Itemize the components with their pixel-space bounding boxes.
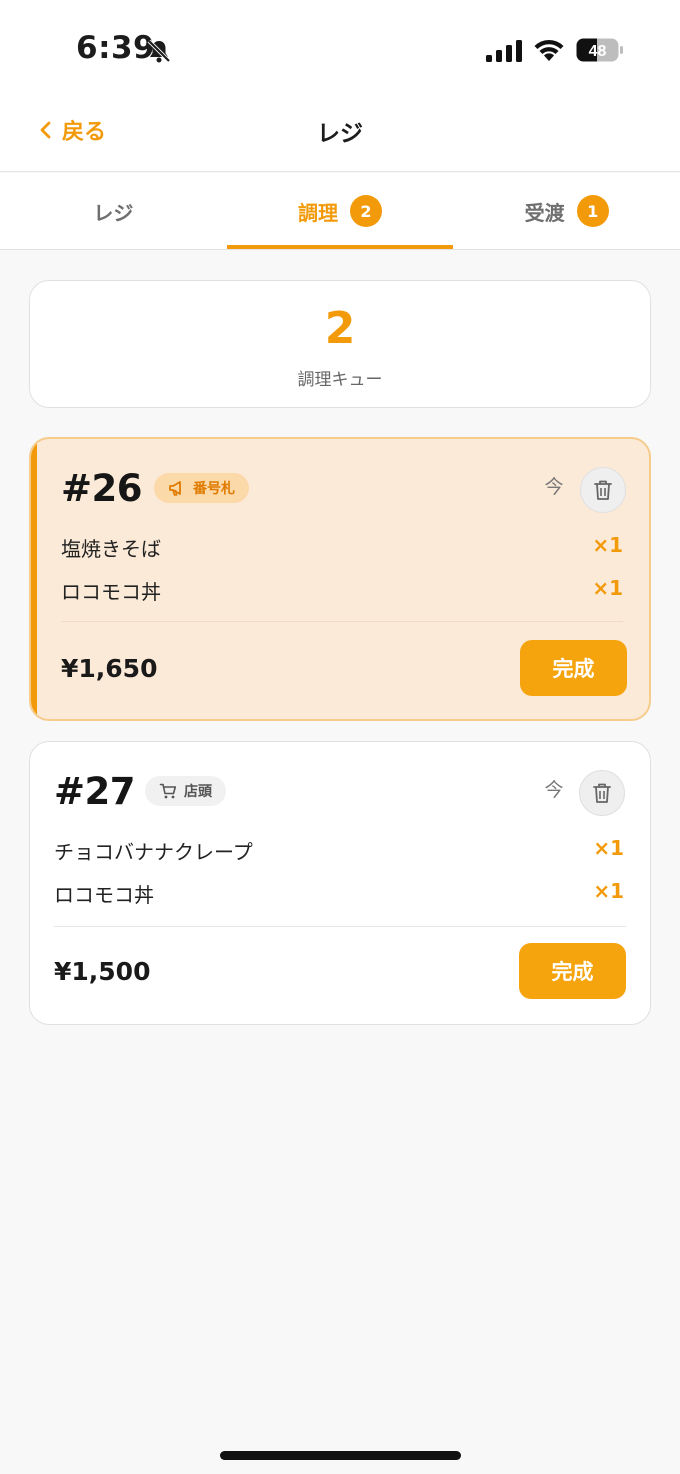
order-card: #27 店頭 今 チョコバナナクレープ ×1 ロコモコ丼 ×1 ¥1,500 完… <box>29 741 651 1025</box>
app-screen: 6:39 48 戻る レジ レジ 調理 2 受渡 1 2 調理キュー #26 番… <box>0 0 680 1474</box>
order-total: ¥1,500 <box>54 957 151 986</box>
battery-level: 48 <box>589 43 607 60</box>
tab-register[interactable]: レジ <box>0 173 227 249</box>
order-number: #26 <box>61 467 143 510</box>
order-type-tag: 店頭 <box>145 776 226 806</box>
bell-slash-icon <box>147 39 171 63</box>
tab-label: 受渡 <box>524 200 565 225</box>
wifi-icon <box>534 39 564 61</box>
complete-button[interactable]: 完成 <box>519 943 626 999</box>
tab-label: 調理 <box>298 200 338 225</box>
item-name: チョコバナナクレープ <box>54 840 253 864</box>
list-item: ロコモコ丼 ×1 <box>31 568 649 611</box>
nav-bar: 戻る レジ <box>0 96 680 172</box>
item-quantity: ×1 <box>592 576 623 600</box>
item-name: ロコモコ丼 <box>54 883 154 907</box>
item-name: 塩焼きそば <box>61 537 161 561</box>
tab-bar: レジ 調理 2 受渡 1 <box>0 173 680 250</box>
delete-order-button[interactable] <box>580 467 626 513</box>
tag-label: 番号札 <box>193 481 235 497</box>
item-quantity: ×1 <box>593 879 624 903</box>
list-item: 塩焼きそば ×1 <box>31 525 649 568</box>
cart-icon <box>159 783 177 799</box>
tab-cooking[interactable]: 調理 2 <box>226 173 454 249</box>
list-item: ロコモコ丼 ×1 <box>30 871 650 914</box>
order-items: 塩焼きそば ×1 ロコモコ丼 ×1 <box>31 525 649 611</box>
status-time: 6:39 <box>76 30 156 66</box>
trash-icon <box>594 480 612 500</box>
cellular-signal-icon <box>486 40 522 62</box>
clock-icon: 今 <box>544 779 564 801</box>
complete-button[interactable]: 完成 <box>520 640 627 696</box>
tab-label: レジ <box>93 200 134 225</box>
trash-icon <box>593 783 611 803</box>
divider <box>61 621 623 622</box>
divider <box>54 926 626 927</box>
count-badge: 2 <box>350 195 382 227</box>
order-items: チョコバナナクレープ ×1 ロコモコ丼 ×1 <box>30 828 650 914</box>
item-name: ロコモコ丼 <box>61 580 161 604</box>
delete-order-button[interactable] <box>579 770 625 816</box>
order-number: #27 <box>54 770 136 813</box>
order-card: #26 番号札 今 塩焼きそば ×1 ロコモコ丼 ×1 ¥1,650 完成 <box>29 437 651 721</box>
home-indicator[interactable] <box>220 1451 461 1460</box>
battery-icon: 48 <box>576 38 624 62</box>
order-total: ¥1,650 <box>61 654 158 683</box>
tag-label: 店頭 <box>184 784 212 800</box>
page-title: レジ <box>317 121 363 147</box>
count-badge: 1 <box>576 195 609 227</box>
order-type-tag: 番号札 <box>154 473 249 503</box>
clock-icon: 今 <box>544 476 564 498</box>
status-bar: 6:39 48 <box>0 0 680 96</box>
item-quantity: ×1 <box>592 533 623 557</box>
queue-summary-card: 2 調理キュー <box>29 280 651 408</box>
tab-handover[interactable]: 受渡 1 <box>453 173 680 249</box>
queue-count: 2 <box>324 303 356 354</box>
queue-label: 調理キュー <box>297 370 383 390</box>
list-item: チョコバナナクレープ ×1 <box>30 828 650 871</box>
megaphone-icon <box>169 481 181 496</box>
item-quantity: ×1 <box>593 836 624 860</box>
